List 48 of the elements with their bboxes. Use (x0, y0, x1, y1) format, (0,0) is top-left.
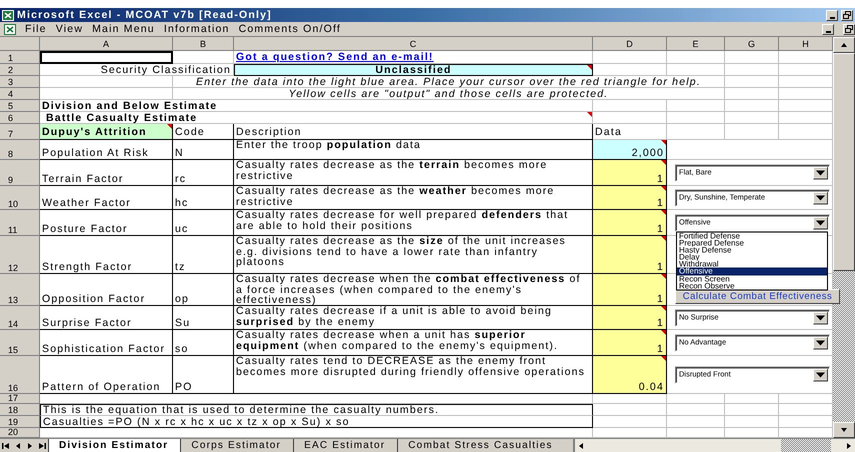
instruction-text: Yellow cells are "output" and those cells are protected. (288, 88, 608, 100)
factor-name: Pattern of Operation (42, 381, 161, 393)
factor-name: Posture Factor (42, 223, 128, 235)
factor-description: Casualty rates decrease as the size of the unit increases e.g. divisions tend to have a lower rate than infantry platoons (236, 236, 567, 268)
factor-description: Casualty rates decrease for well prepared defenders that are able to hold their positions (236, 210, 570, 231)
factor-code: PO (175, 381, 193, 393)
note-text: This is the equation that is used to determine the casualty numbers. (43, 404, 440, 416)
output-cell: 1 (593, 186, 667, 210)
factor-name: Surprise Factor (42, 317, 132, 329)
factor-name: Sophistication Factor (42, 343, 166, 355)
output-cell: 0.04 (593, 356, 667, 394)
factor-description: Casualty rates decrease as the terrain becomes more restrictive (236, 160, 548, 181)
output-cell: 1 (593, 210, 667, 236)
factor-description: Casualty rates decrease when a unit has superior equipment (when compared to the enemy's equipment). (236, 330, 560, 351)
output-cell: 1 (593, 160, 667, 186)
instruction-text: Enter the data into the light blue area. Place your cursor over the red triangle for help. (196, 76, 701, 88)
factor-code: uc (175, 223, 188, 235)
factor-name: Population At Risk (42, 147, 149, 159)
factor-code: hc (175, 197, 188, 209)
factor-description: Casualty rates tend to DECREASE as the enemy front becomes more disrupted during friendly offensive operations (236, 356, 586, 377)
table-header-cell: Data (595, 126, 622, 138)
factor-code: N (175, 147, 184, 159)
factor-code: op (175, 293, 190, 305)
factor-code: rc (175, 173, 186, 185)
heading-text: Division and Below Estimate (42, 100, 218, 112)
factor-code: tz (175, 261, 186, 273)
cell-text: Security Classification (100, 64, 231, 76)
output-cell: 1 (593, 306, 667, 330)
table-header-cell: Description (236, 126, 302, 138)
factor-description: Enter the troop population data (236, 140, 422, 150)
factor-code: so (175, 343, 188, 355)
note-text: Casualties =PO (N x rc x hc x uc x tz x op x Su) x so (43, 416, 350, 428)
table-header-cell: Dupuy's Attrition (40, 124, 173, 140)
table-header-cell: Code (175, 126, 205, 138)
factor-description: Casualty rates decrease as the weather becomes more restrictive (236, 186, 556, 207)
output-cell: 1 (593, 330, 667, 356)
factor-name: Weather Factor (42, 197, 131, 209)
output-cell: 1 (593, 274, 667, 306)
factor-name: Strength Factor (42, 261, 132, 273)
factor-code: Su (175, 317, 190, 329)
factor-name: Terrain Factor (42, 173, 124, 185)
heading-text: Battle Casualty Estimate (46, 112, 198, 124)
factor-description: Casualty rates decrease if a unit is able to avoid being surprised by the enemy (236, 306, 553, 327)
factor-description: Casualty rates decrease when the combat effectiveness of a force increases (when compared to the enemy's effectiveness) (236, 274, 582, 306)
window-title: Microsoft Excel - MCOAT v7b [Read-Only] (17, 9, 273, 21)
output-cell: 1 (593, 236, 667, 274)
classification-cell: Unclassified (234, 64, 593, 76)
factor-name: Opposition Factor (42, 293, 146, 305)
